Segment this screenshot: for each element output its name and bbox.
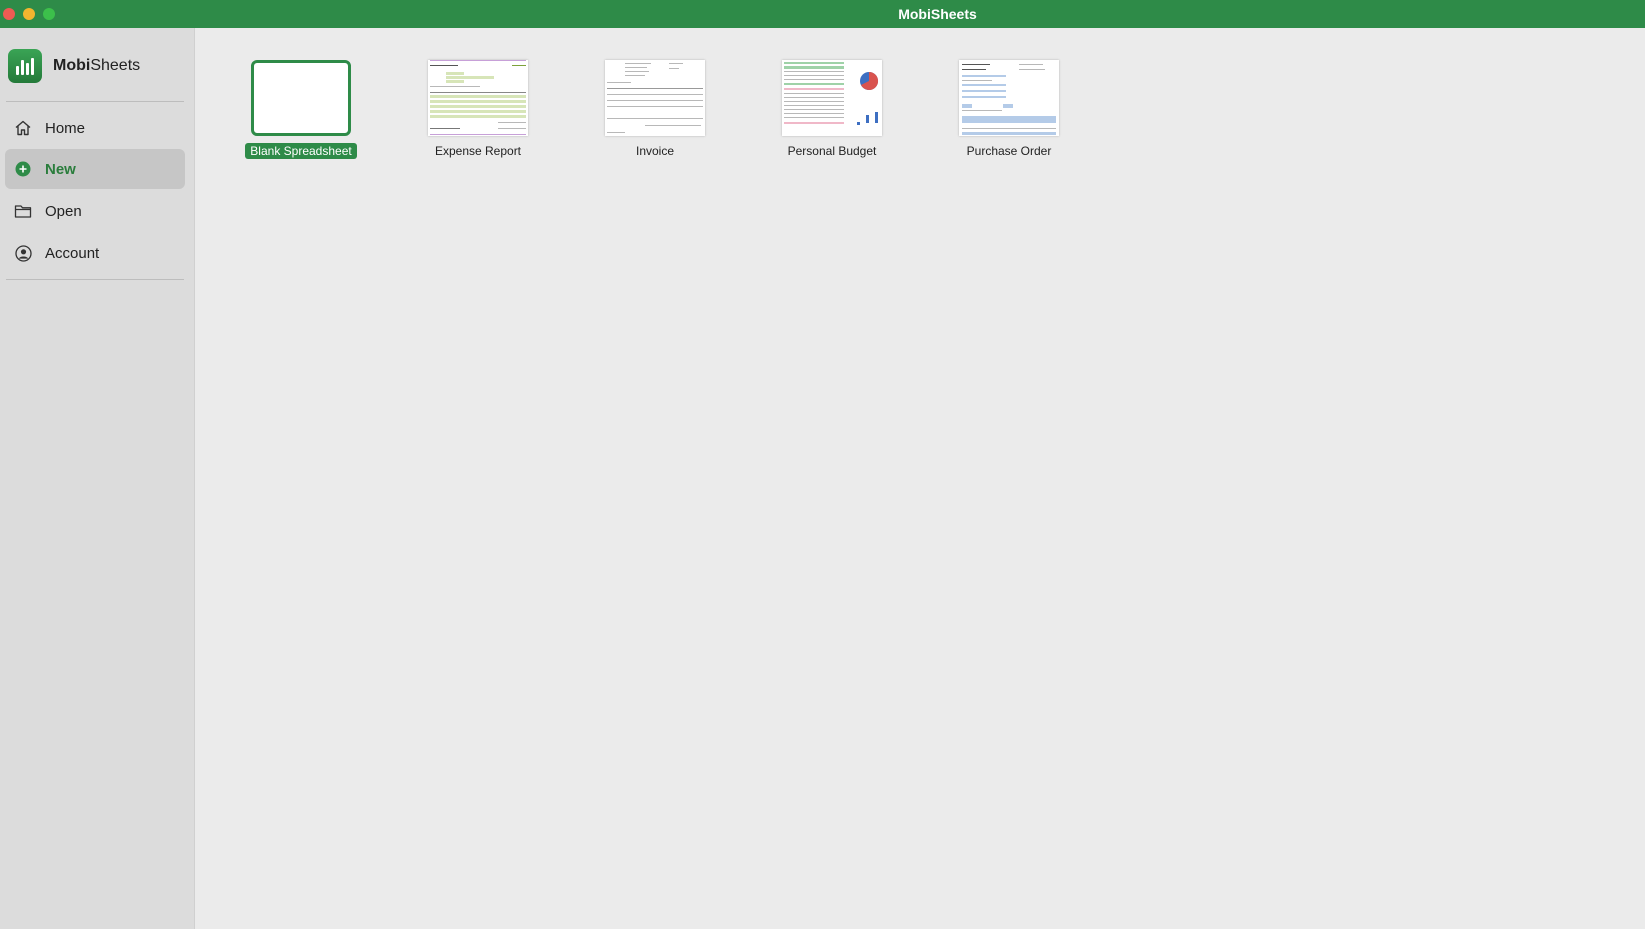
sidebar-item-new[interactable]: New — [5, 149, 185, 189]
template-expense-report[interactable]: Expense Report — [413, 60, 543, 160]
sidebar-item-label: Home — [45, 119, 86, 137]
folder-icon — [14, 202, 32, 220]
template-label: Blank Spreadsheet — [245, 143, 357, 159]
template-purchase-order[interactable]: Purchase Order — [944, 60, 1074, 160]
sidebar-item-label: New — [45, 160, 76, 178]
sidebar-item-label: Open — [45, 202, 82, 220]
sidebar-divider-top — [6, 101, 184, 102]
template-thumbnail[interactable] — [782, 60, 882, 136]
template-label: Expense Report — [434, 144, 522, 158]
sidebar-item-home[interactable]: Home — [5, 108, 185, 148]
brand: MobiSheets — [8, 49, 140, 83]
sidebar-item-label: Account — [45, 244, 100, 262]
sidebar-item-open[interactable]: Open — [5, 191, 185, 231]
template-thumbnail[interactable] — [428, 60, 528, 136]
plus-circle-icon — [14, 160, 32, 178]
template-thumbnail[interactable] — [251, 60, 351, 136]
sidebar: MobiSheets Home New Open Account — [0, 28, 195, 929]
user-circle-icon — [14, 244, 32, 262]
template-label: Invoice — [635, 144, 675, 158]
app-name: MobiSheets — [53, 57, 141, 74]
sidebar-divider-bottom — [6, 279, 184, 280]
title-bar: MobiSheets — [0, 0, 1645, 28]
template-gallery: Blank Spreadsheet Expense Report Invoice… — [196, 28, 1645, 929]
sidebar-item-account[interactable]: Account — [5, 233, 185, 273]
template-thumbnail[interactable] — [605, 60, 705, 136]
template-invoice[interactable]: Invoice — [590, 60, 720, 160]
app-logo-icon — [8, 49, 42, 83]
home-icon — [14, 119, 32, 137]
template-blank-spreadsheet[interactable]: Blank Spreadsheet — [236, 60, 366, 160]
window-title: MobiSheets — [898, 6, 977, 22]
template-label: Purchase Order — [966, 144, 1052, 158]
template-thumbnail[interactable] — [959, 60, 1059, 136]
template-personal-budget[interactable]: Personal Budget — [767, 60, 897, 160]
template-label: Personal Budget — [787, 144, 877, 158]
